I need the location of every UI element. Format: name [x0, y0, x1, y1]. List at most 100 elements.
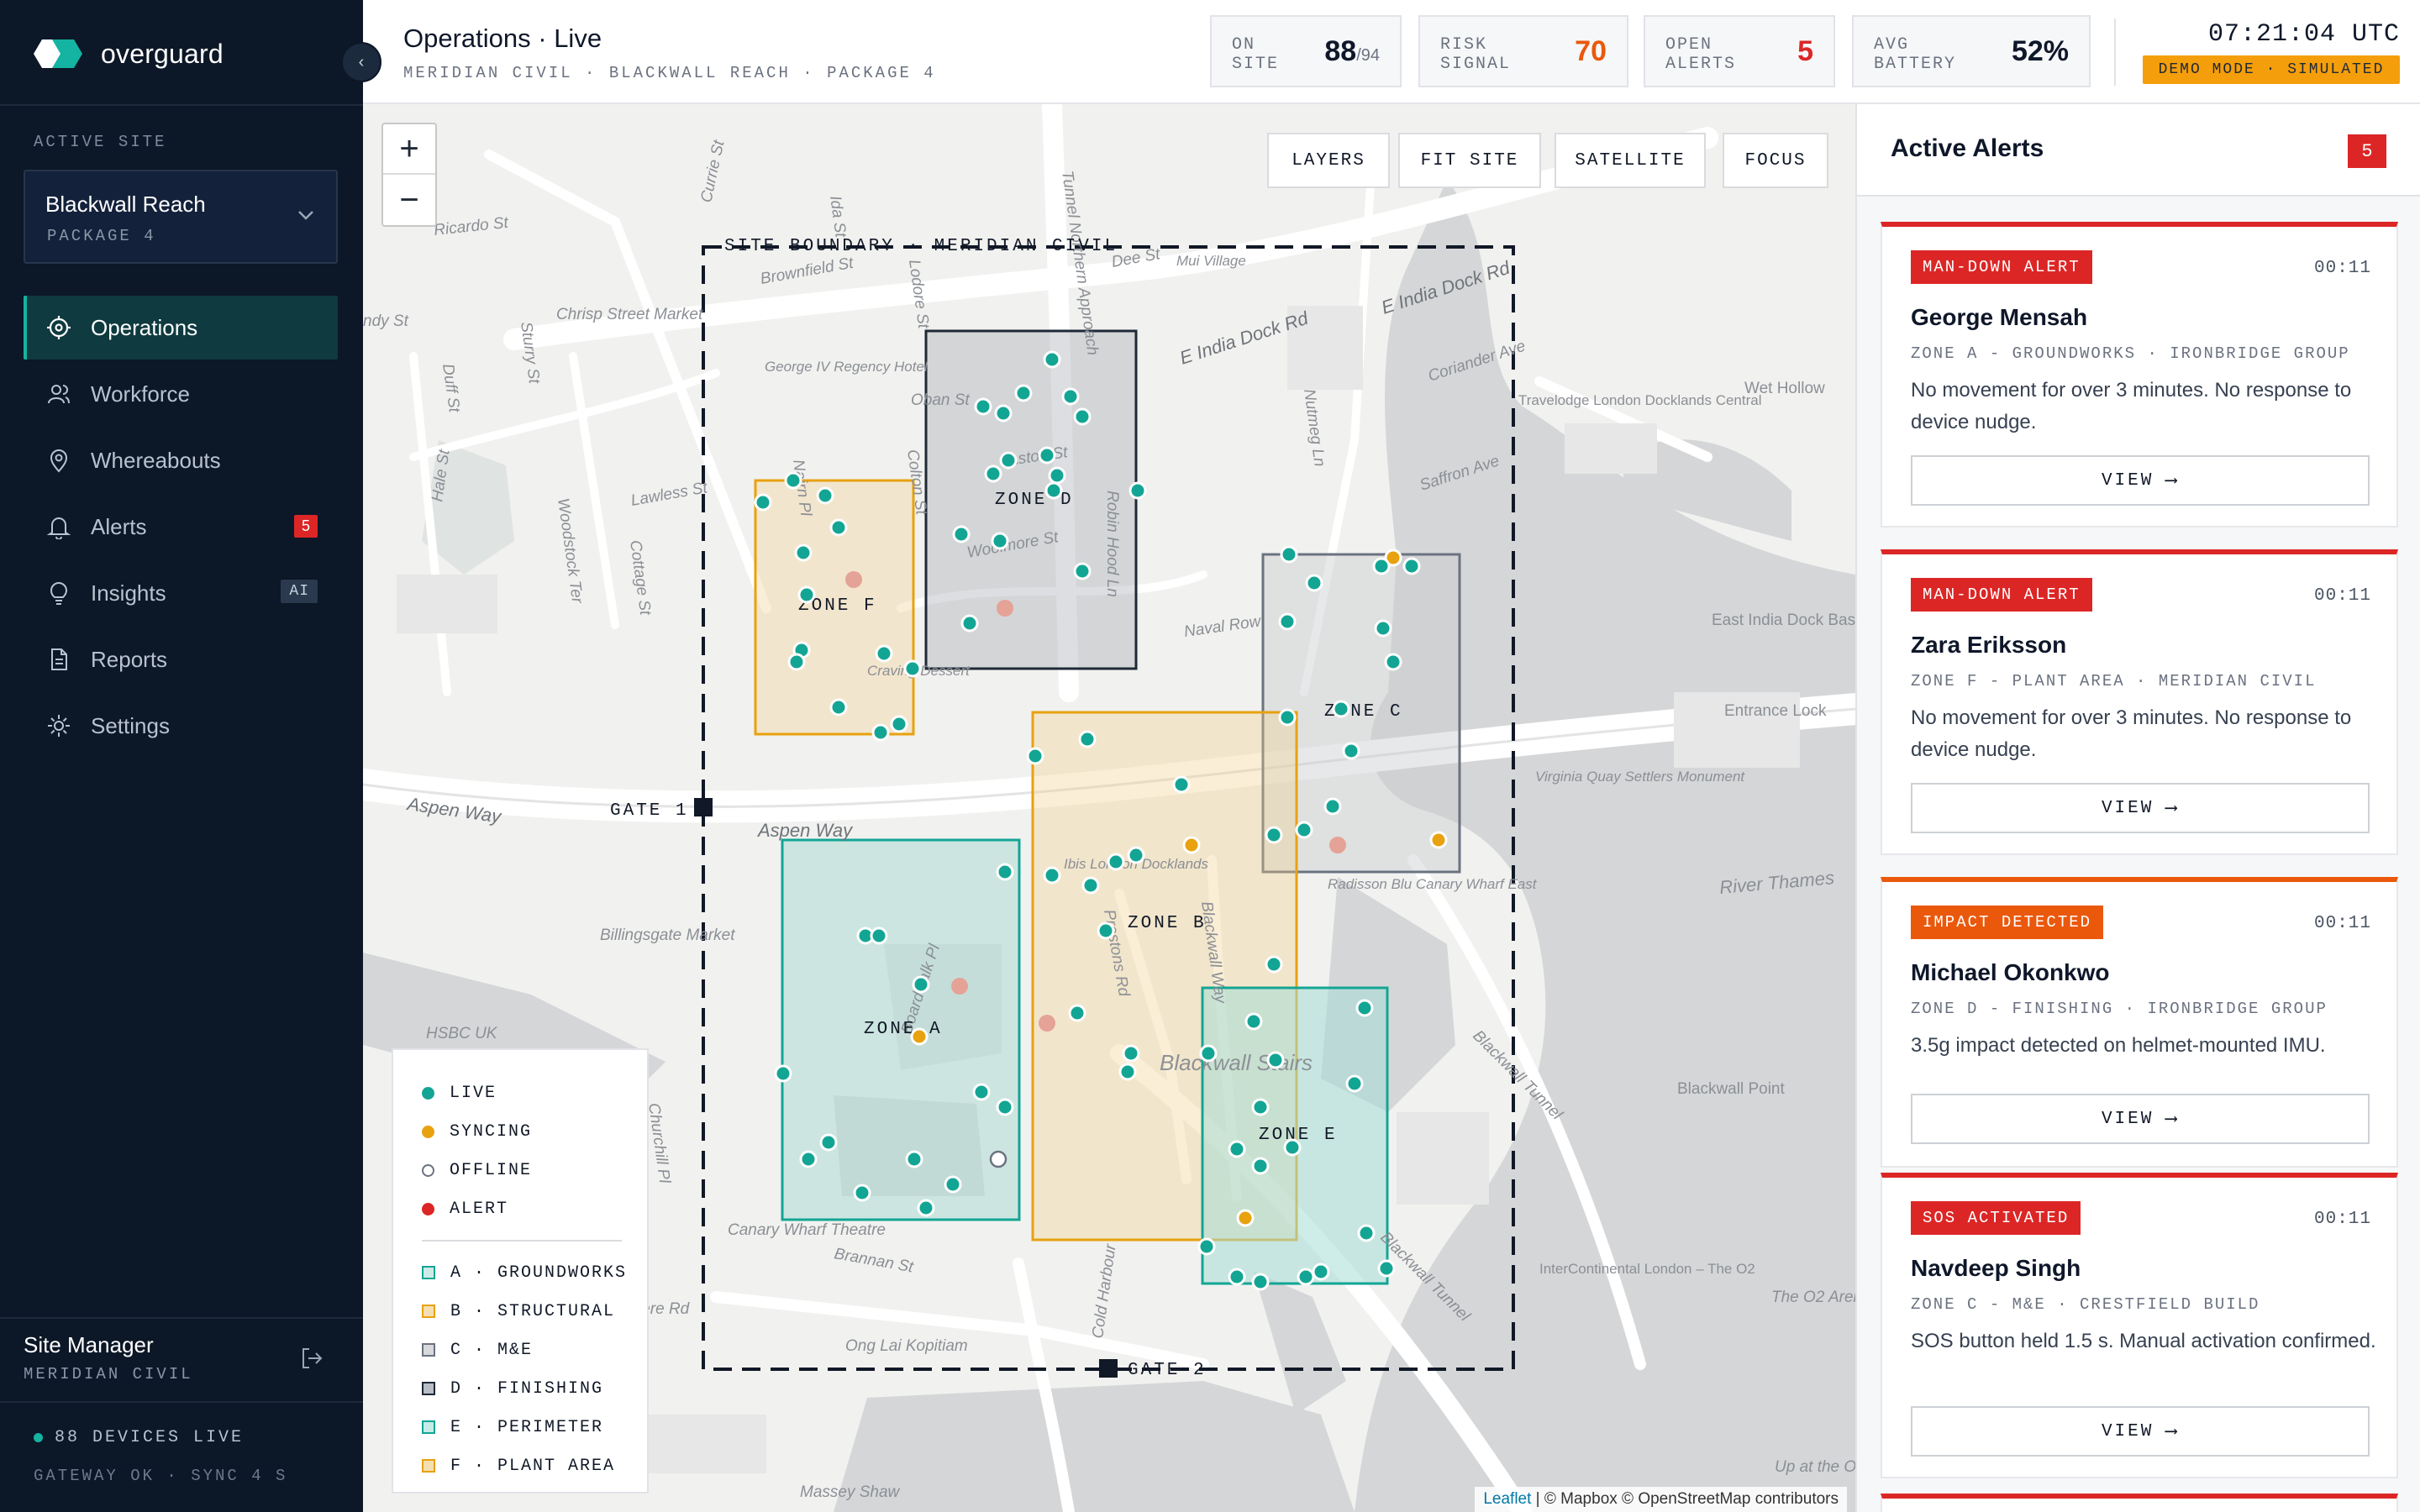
kpi-label: ON SITE	[1232, 35, 1280, 74]
user-block: Site Manager MERIDIAN CIVIL	[24, 1332, 193, 1383]
legend-item-offline: OFFLINE	[422, 1151, 647, 1189]
focus-button[interactable]: FOCUS	[1723, 133, 1828, 188]
worker-marker-alert-muted	[951, 978, 968, 995]
worker-marker-live	[799, 1150, 818, 1168]
nav-item-alerts[interactable]: Alerts 5	[24, 495, 338, 559]
worker-marker-live	[797, 585, 816, 604]
worker-marker-live	[1355, 999, 1374, 1017]
worker-marker-live	[1097, 921, 1115, 940]
brand[interactable]: overguard	[34, 32, 224, 76]
alert-card[interactable]: SOS ACTIVATED 00:11 Navdeep Singh ZONE C…	[1881, 1173, 2398, 1478]
zone-swatch-icon	[422, 1343, 435, 1357]
street-label: Currie St	[697, 139, 728, 204]
zoom-in-button[interactable]: +	[383, 124, 435, 175]
nav-item-reports[interactable]: Reports	[24, 627, 338, 691]
worker-marker-live	[1402, 557, 1421, 575]
alert-card[interactable]: IMPACT DETECTED 00:11 Michael Okonkwo ZO…	[1881, 877, 2398, 1168]
worker-marker-live	[1228, 1268, 1246, 1286]
leaflet-link[interactable]: Leaflet	[1483, 1490, 1531, 1508]
kpi-avg-battery[interactable]: AVG BATTERY 52%	[1852, 15, 2091, 87]
site-selector[interactable]: Blackwall Reach PACKAGE 4	[24, 170, 338, 264]
kpi-risk-signal[interactable]: RISK SIGNAL 70	[1418, 15, 1628, 87]
alert-worker-name: Zara Eriksson	[1911, 632, 2067, 658]
worker-marker-live	[784, 471, 802, 490]
fit-site-button[interactable]: FIT SITE	[1398, 133, 1541, 188]
view-alert-button[interactable]: VIEW ⟶	[1911, 455, 2370, 506]
nav-label: Reports	[91, 646, 168, 672]
kpi-open-alerts[interactable]: OPEN ALERTS 5	[1644, 15, 1835, 87]
street-label: Virginia Quay Settlers Monument	[1535, 769, 1745, 785]
satellite-button[interactable]: SATELLITE	[1555, 133, 1706, 188]
on-site-total: /94	[1356, 45, 1380, 65]
alerts-panel-title: Active Alerts	[1891, 134, 2044, 162]
layers-button[interactable]: LAYERS	[1267, 133, 1390, 188]
worker-marker-live	[1265, 955, 1283, 974]
street-label: Travelodge London Docklands Central	[1518, 392, 1762, 408]
view-alert-button[interactable]: VIEW ⟶	[1911, 1094, 2370, 1144]
legend-label: A · GROUNDWORKS	[450, 1263, 628, 1283]
legend-item-zone-c: C · M&E	[422, 1331, 647, 1369]
worker-marker-live	[1073, 407, 1092, 426]
kpi-on-site[interactable]: ON SITE 88/94	[1210, 15, 1402, 87]
street-label: Duff St	[439, 363, 463, 414]
site-map[interactable]: Aspen Way Aspen Way E India Dock Rd E In…	[363, 104, 1855, 1512]
worker-marker-live	[774, 1064, 792, 1083]
worker-marker-alert-muted	[997, 600, 1013, 617]
street-label: ndy St	[363, 312, 409, 330]
legend-item-zone-e: E · PERIMETER	[422, 1408, 647, 1446]
gate-1-marker[interactable]	[694, 798, 713, 816]
legend-divider	[422, 1240, 622, 1242]
worker-marker-alert-muted	[1329, 837, 1346, 853]
street-label: Ong Lai Kopitiam	[845, 1337, 968, 1355]
zoom-out-button[interactable]: −	[383, 175, 435, 225]
legend-item-zone-d: D · FINISHING	[422, 1369, 647, 1408]
street-label: Woodstock Ter	[554, 497, 586, 605]
worker-marker-syncing	[1182, 836, 1201, 854]
legend-label: E · PERIMETER	[450, 1417, 604, 1437]
site-package: PACKAGE 4	[47, 227, 156, 245]
gate-2-marker[interactable]	[1099, 1359, 1118, 1378]
alert-description: No movement for over 3 minutes. No respo…	[1911, 706, 2352, 761]
alert-card[interactable]: MAN-DOWN ALERT 00:11 Zara Eriksson ZONE …	[1881, 549, 2398, 855]
view-alert-button[interactable]: VIEW ⟶	[1911, 1406, 2370, 1457]
street-label: Blackwall Point	[1677, 1080, 1785, 1098]
collapse-sidebar-button[interactable]: ‹	[341, 42, 381, 82]
zone-swatch-icon	[422, 1420, 435, 1434]
legend-item-zone-b: B · STRUCTURAL	[422, 1292, 647, 1331]
legend-label: ALERT	[450, 1199, 509, 1219]
divider	[0, 1317, 363, 1319]
worker-marker-live	[1244, 1012, 1263, 1031]
devices-live-text: 88 DEVICES LIVE	[55, 1428, 245, 1447]
worker-marker-live	[1265, 826, 1283, 844]
active-site-label: ACTIVE SITE	[34, 133, 167, 151]
alert-description: No movement for over 3 minutes. No respo…	[1911, 379, 2352, 433]
nav-item-workforce[interactable]: Workforce	[24, 362, 338, 426]
nav-item-settings[interactable]: Settings	[24, 694, 338, 758]
lightbulb-icon	[45, 580, 72, 606]
nav-item-whereabouts[interactable]: Whereabouts	[24, 428, 338, 492]
nav-label: Insights	[91, 580, 166, 606]
alert-card-partial[interactable]	[1881, 1494, 2398, 1512]
street-label: Cottage St	[626, 539, 654, 617]
alert-card[interactable]: MAN-DOWN ALERT 00:11 George Mensah ZONE …	[1881, 222, 2398, 528]
logout-icon	[299, 1348, 324, 1374]
view-alert-button[interactable]: VIEW ⟶	[1911, 783, 2370, 833]
worker-marker-live	[1172, 775, 1191, 794]
worker-marker-live	[1280, 545, 1298, 564]
street-label: Ida St	[826, 195, 850, 239]
nav-label: Whereabouts	[91, 447, 221, 473]
live-dot-icon	[34, 1433, 43, 1442]
worker-marker-live	[1357, 1224, 1376, 1242]
divider	[2114, 18, 2116, 86]
legend-item-live: LIVE	[422, 1074, 647, 1112]
nav-label: Workforce	[91, 381, 190, 407]
worker-marker-live	[1026, 747, 1044, 765]
zoom-control: + −	[381, 123, 437, 227]
nav-label: Settings	[91, 712, 170, 738]
logout-button[interactable]	[299, 1346, 324, 1375]
nav-item-operations[interactable]: Operations	[24, 296, 338, 360]
nav-item-insights[interactable]: Insights AI	[24, 561, 338, 625]
street-label: Up at the O2	[1775, 1458, 1855, 1476]
alert-time: 00:11	[2313, 1210, 2371, 1229]
legend-item-zone-f: F · PLANT AREA	[422, 1446, 647, 1485]
